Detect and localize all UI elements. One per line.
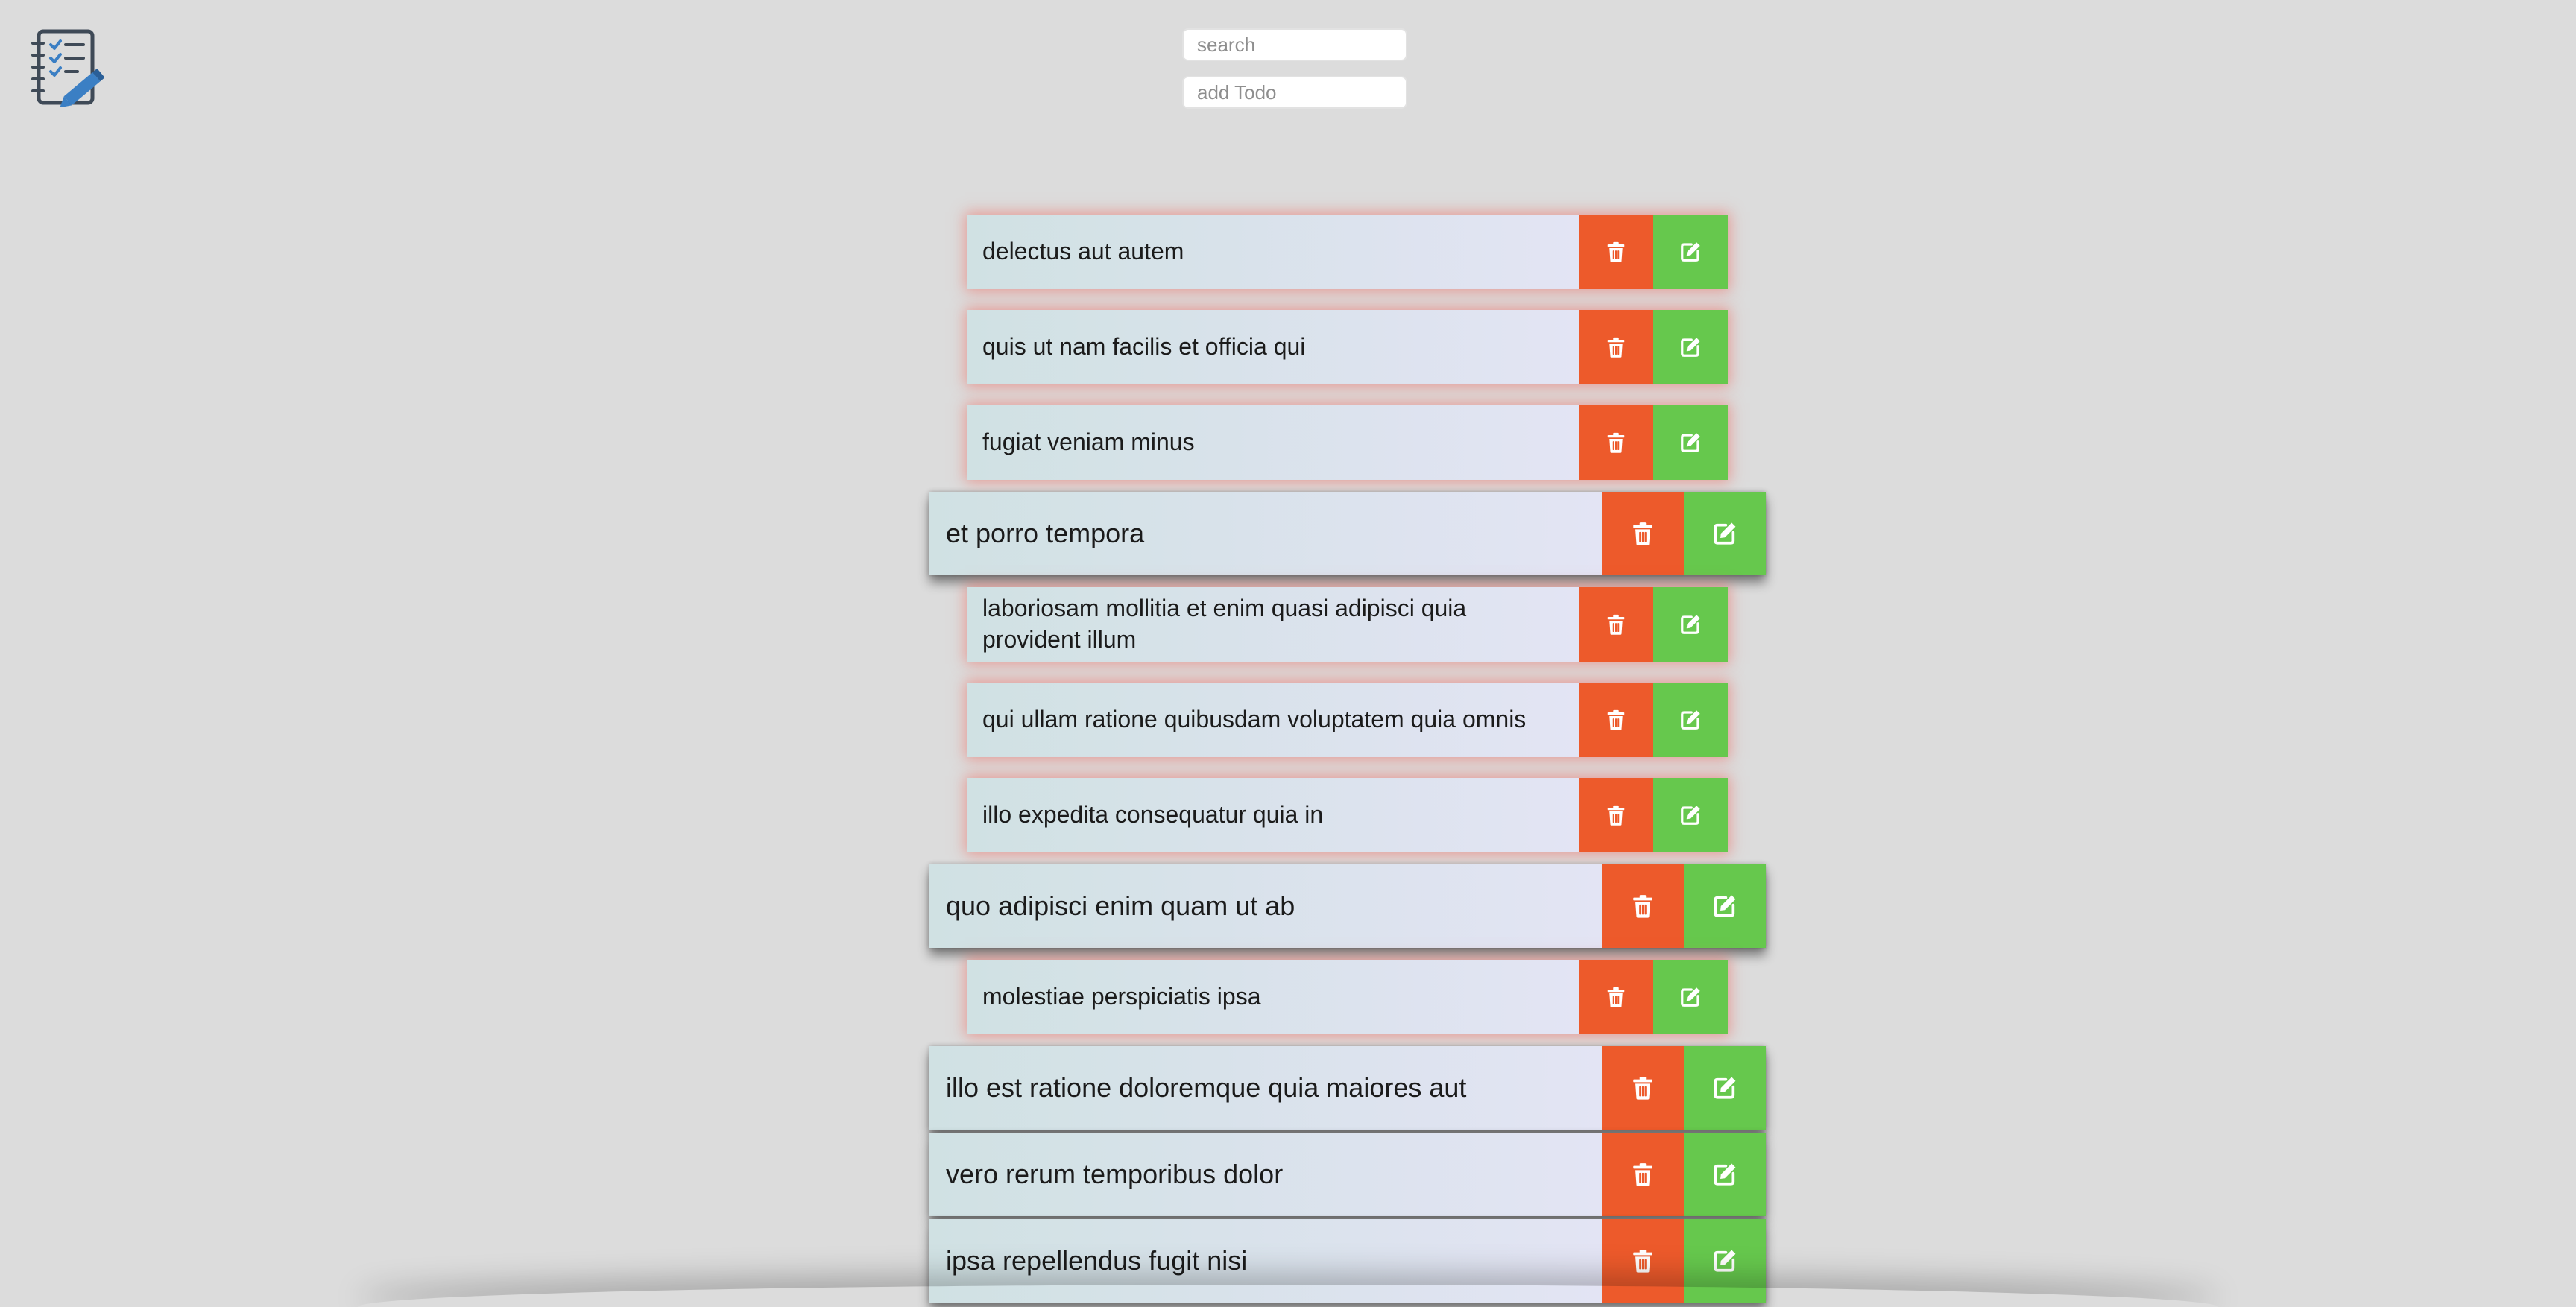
delete-button[interactable] xyxy=(1602,864,1684,948)
delete-button[interactable] xyxy=(1579,310,1653,384)
trash-icon xyxy=(1630,521,1655,546)
app-root: delectus aut autem qu xyxy=(0,0,2576,1307)
todo-item: molestiae perspiciatis ipsa xyxy=(967,960,1728,1034)
edit-icon xyxy=(1679,241,1702,263)
edit-button[interactable] xyxy=(1684,1133,1766,1216)
edit-button[interactable] xyxy=(1684,864,1766,948)
todo-title: vero rerum temporibus dolor xyxy=(929,1133,1602,1216)
todo-title: quo adipisci enim quam ut ab xyxy=(929,864,1602,948)
delete-button[interactable] xyxy=(1602,1133,1684,1216)
edit-button[interactable] xyxy=(1653,215,1728,289)
delete-button[interactable] xyxy=(1579,683,1653,757)
trash-icon xyxy=(1630,1075,1655,1101)
delete-button[interactable] xyxy=(1579,778,1653,852)
todo-list: delectus aut autem quis ut nam facilis e… xyxy=(0,215,2576,1307)
todo-title: illo est ratione doloremque quia maiores… xyxy=(929,1046,1602,1130)
todo-item: qui ullam ratione quibusdam voluptatem q… xyxy=(967,683,1728,757)
edit-button[interactable] xyxy=(1684,1219,1766,1303)
input-group xyxy=(1182,28,1407,109)
edit-button[interactable] xyxy=(1653,310,1728,384)
edit-button[interactable] xyxy=(1653,405,1728,480)
edit-icon xyxy=(1712,893,1737,919)
trash-icon xyxy=(1605,709,1627,731)
edit-icon xyxy=(1712,1075,1737,1101)
trash-icon xyxy=(1605,804,1627,826)
delete-button[interactable] xyxy=(1602,1219,1684,1303)
trash-icon xyxy=(1605,986,1627,1008)
todo-title: delectus aut autem xyxy=(967,215,1579,289)
edit-icon xyxy=(1679,431,1702,454)
todo-item: laboriosam mollitia et enim quasi adipis… xyxy=(967,587,1728,662)
todo-title: quis ut nam facilis et officia qui xyxy=(967,310,1579,384)
trash-icon xyxy=(1605,336,1627,358)
todo-item: delectus aut autem xyxy=(967,215,1728,289)
delete-button[interactable] xyxy=(1579,405,1653,480)
trash-icon xyxy=(1605,431,1627,454)
todo-title: fugiat veniam minus xyxy=(967,405,1579,480)
delete-button[interactable] xyxy=(1579,215,1653,289)
delete-button[interactable] xyxy=(1602,492,1684,575)
edit-icon xyxy=(1712,521,1737,546)
edit-icon xyxy=(1679,986,1702,1008)
delete-button[interactable] xyxy=(1579,587,1653,662)
edit-button[interactable] xyxy=(1653,778,1728,852)
edit-icon xyxy=(1712,1248,1737,1273)
todo-item: quis ut nam facilis et officia qui xyxy=(967,310,1728,384)
todo-item: illo expedita consequatur quia in xyxy=(967,778,1728,852)
search-input[interactable] xyxy=(1182,28,1407,61)
todo-item: et porro tempora xyxy=(929,492,1766,575)
todo-title: molestiae perspiciatis ipsa xyxy=(967,960,1579,1034)
edit-icon xyxy=(1679,613,1702,636)
delete-button[interactable] xyxy=(1602,1046,1684,1130)
todo-title: illo expedita consequatur quia in xyxy=(967,778,1579,852)
edit-button[interactable] xyxy=(1684,492,1766,575)
trash-icon xyxy=(1630,1162,1655,1187)
edit-icon xyxy=(1679,709,1702,731)
todo-item: illo est ratione doloremque quia maiores… xyxy=(929,1046,1766,1130)
edit-button[interactable] xyxy=(1684,1046,1766,1130)
todo-item: ipsa repellendus fugit nisi xyxy=(929,1219,1766,1303)
todo-title: et porro tempora xyxy=(929,492,1602,575)
trash-icon xyxy=(1605,613,1627,636)
edit-icon xyxy=(1679,804,1702,826)
edit-icon xyxy=(1712,1162,1737,1187)
trash-icon xyxy=(1605,241,1627,263)
edit-button[interactable] xyxy=(1653,587,1728,662)
edit-button[interactable] xyxy=(1653,960,1728,1034)
todo-title: ipsa repellendus fugit nisi xyxy=(929,1219,1602,1303)
trash-icon xyxy=(1630,1248,1655,1273)
todo-item: quo adipisci enim quam ut ab xyxy=(929,864,1766,948)
todo-item: vero rerum temporibus dolor xyxy=(929,1133,1766,1216)
delete-button[interactable] xyxy=(1579,960,1653,1034)
trash-icon xyxy=(1630,893,1655,919)
todo-title: qui ullam ratione quibusdam voluptatem q… xyxy=(967,683,1579,757)
edit-button[interactable] xyxy=(1653,683,1728,757)
notebook-checklist-icon xyxy=(30,28,105,108)
edit-icon xyxy=(1679,336,1702,358)
todo-title: laboriosam mollitia et enim quasi adipis… xyxy=(967,587,1579,662)
add-todo-input[interactable] xyxy=(1182,76,1407,109)
todo-item: fugiat veniam minus xyxy=(967,405,1728,480)
